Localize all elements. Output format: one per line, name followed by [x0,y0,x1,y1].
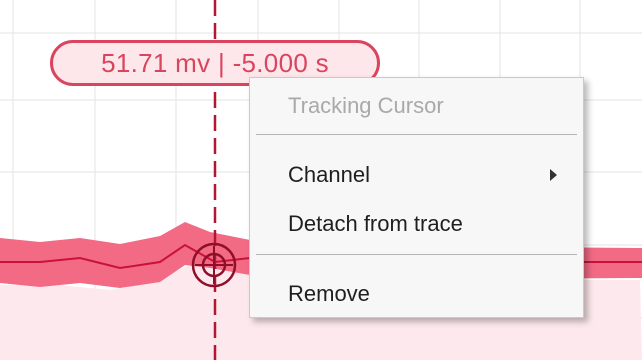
menu-separator [256,134,577,135]
menu-item-remove-label: Remove [288,281,370,306]
menu-item-channel[interactable]: Channel [250,155,583,195]
cursor-time-value: -5.000 s [232,48,329,78]
menu-title-tracking-cursor: Tracking Cursor [288,93,444,118]
menu-item-remove[interactable]: Remove [250,274,583,314]
menu-separator [256,254,577,255]
cursor-context-menu: Tracking Cursor Channel Detach from trac… [249,77,584,318]
menu-item-detach-label: Detach from trace [288,211,463,236]
crosshair-target-icon[interactable] [191,242,237,288]
chevron-right-icon [550,169,557,181]
cursor-voltage-value: 51.71 mv [101,48,211,78]
chart-viewer: 51.71 mv | -5.000 s Tracking Cursor Chan… [0,0,642,360]
menu-item-detach-from-trace[interactable]: Detach from trace [250,204,583,244]
menu-item-channel-label: Channel [288,162,370,187]
cursor-readout-separator: | [217,48,226,78]
